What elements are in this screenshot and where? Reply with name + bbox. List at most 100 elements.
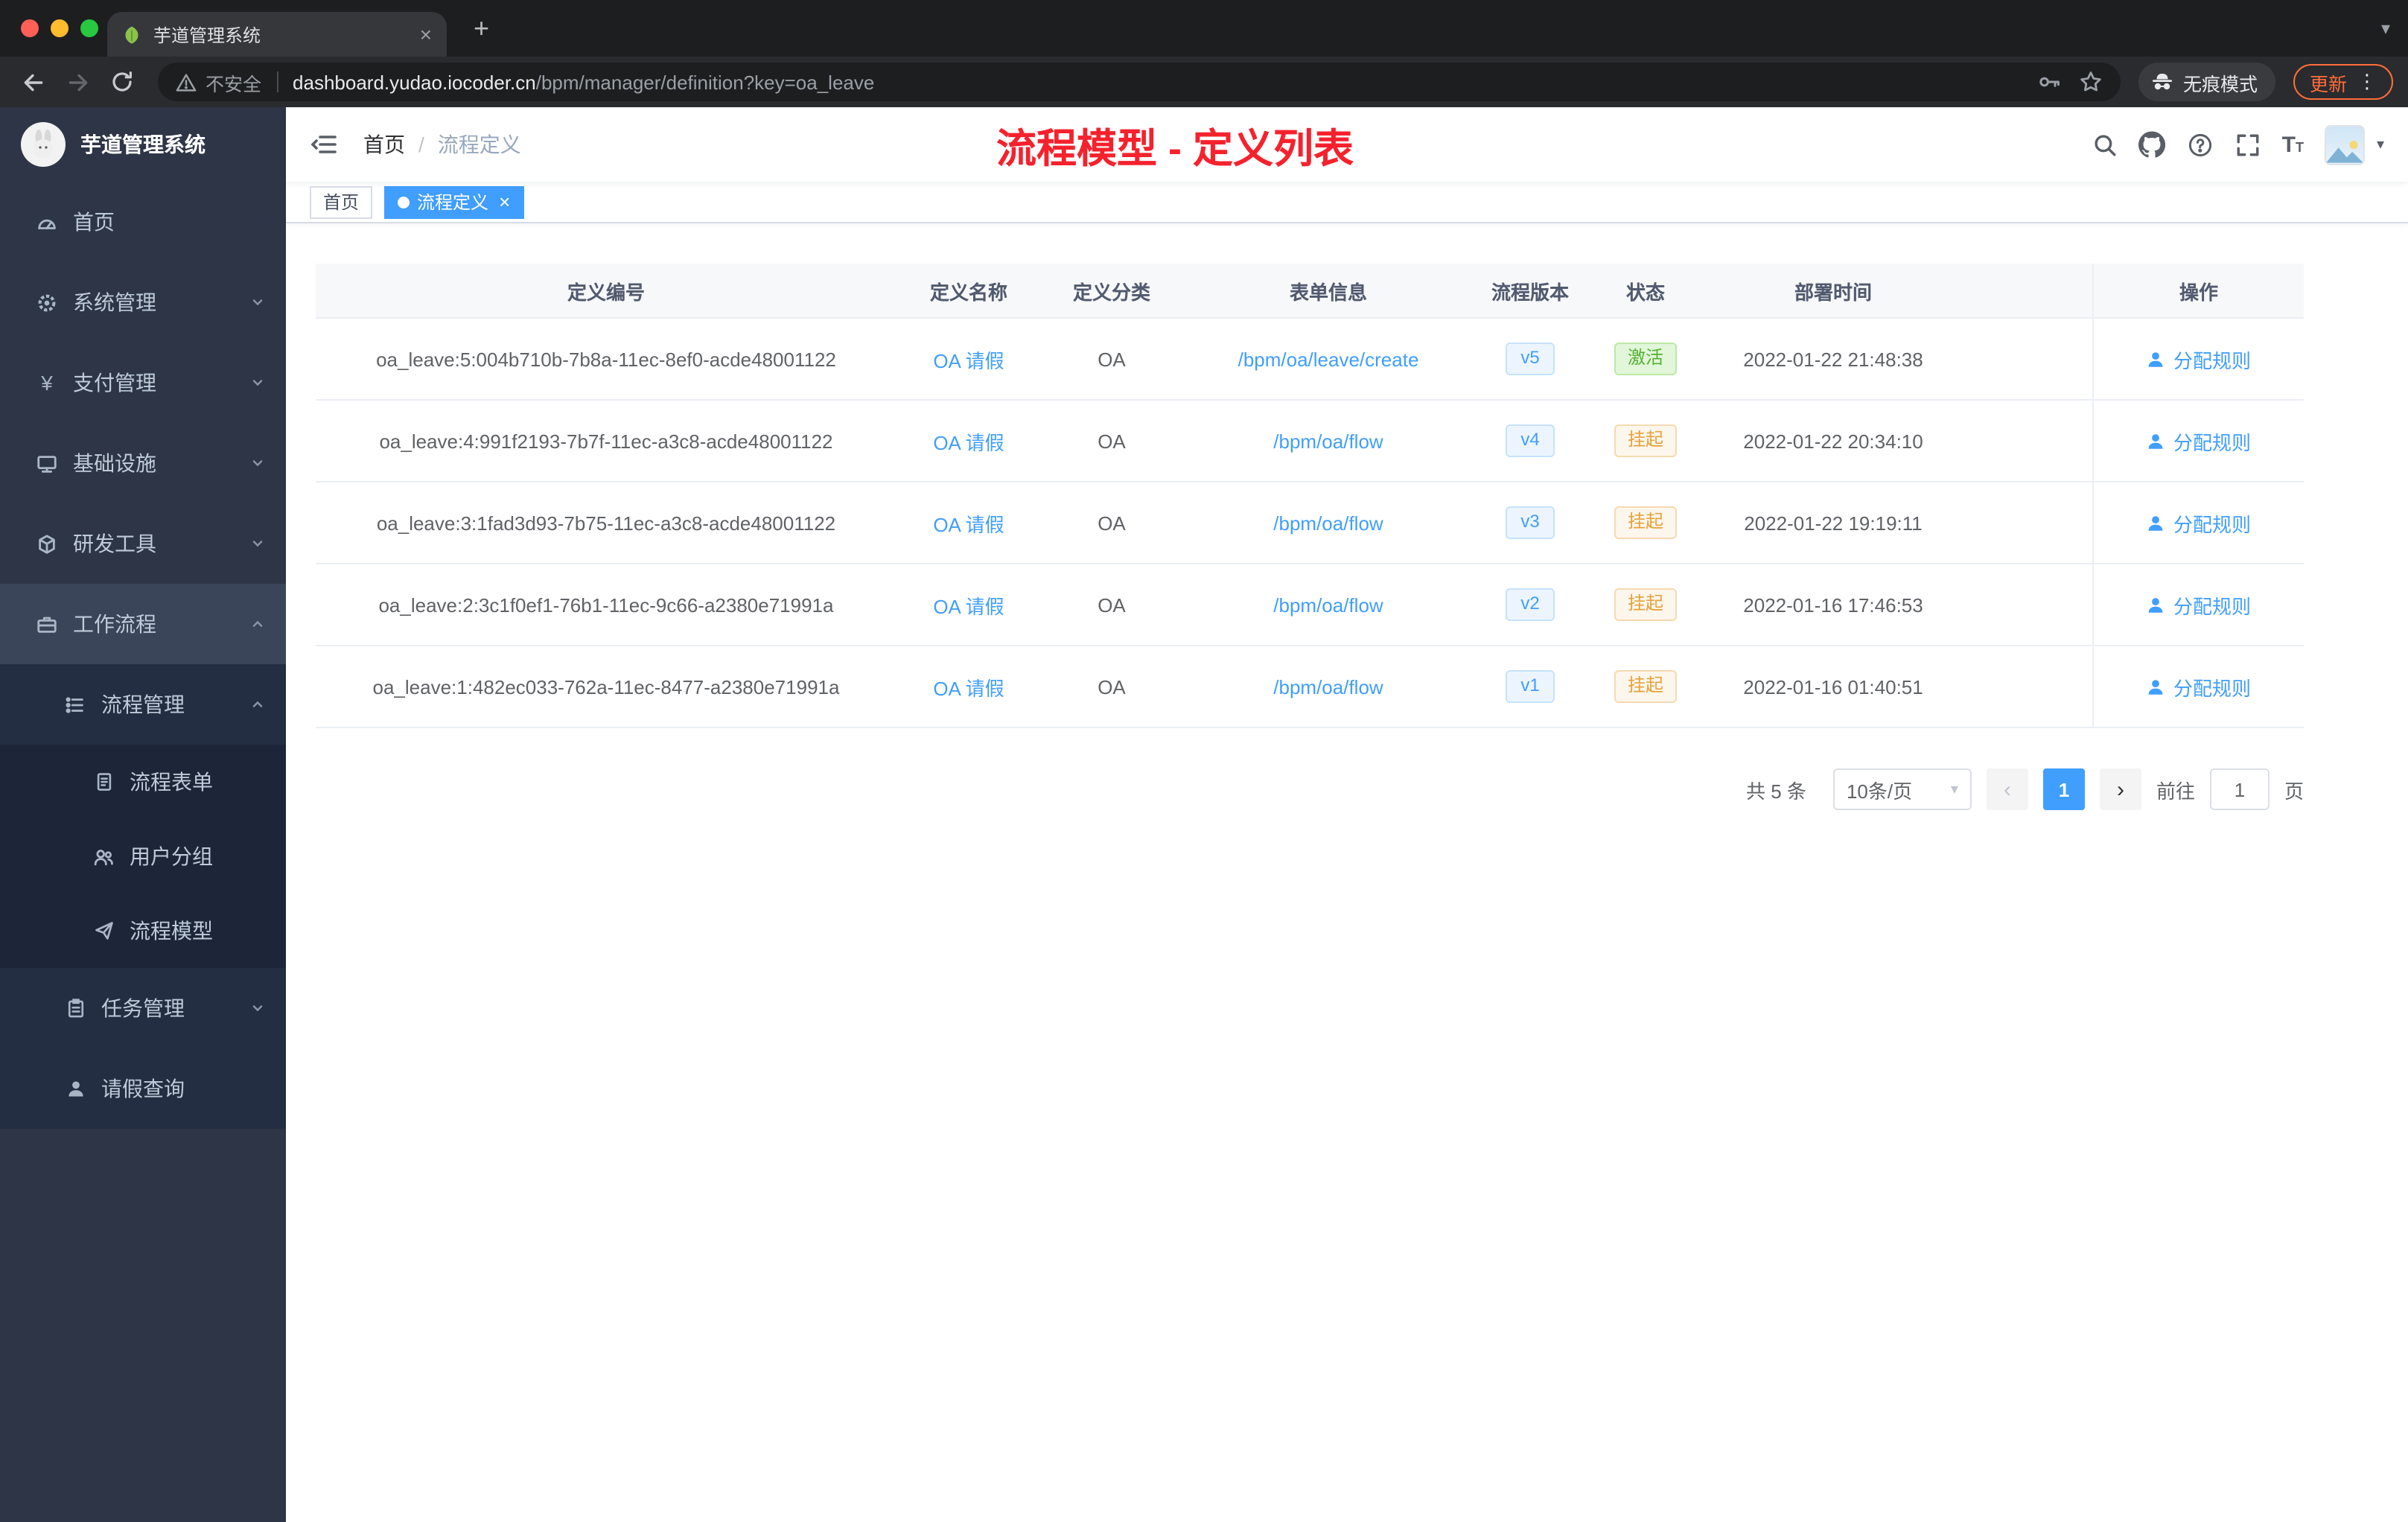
tab-list-caret-icon[interactable]: ▾ <box>2381 18 2390 39</box>
definition-name-link[interactable]: OA 请假 <box>933 509 1004 537</box>
sidebar-item-leave-query[interactable]: 请假查询 <box>0 1048 286 1129</box>
sidebar-item-label: 流程模型 <box>130 919 213 943</box>
form-info-link[interactable]: /bpm/oa/flow <box>1273 430 1383 452</box>
tag-home[interactable]: 首页 <box>310 185 373 218</box>
address-bar[interactable]: 不安全 dashboard.yudao.iocoder.cn/bpm/manag… <box>158 63 2121 101</box>
form-info-link[interactable]: /bpm/oa/flow <box>1273 593 1383 616</box>
deploy-time: 2022-01-16 17:46:53 <box>1743 593 1923 616</box>
help-icon[interactable] <box>2187 131 2214 158</box>
incognito-badge: 无痕模式 <box>2138 63 2275 101</box>
form-info-link[interactable]: /bpm/oa/leave/create <box>1238 348 1419 370</box>
sidebar-item-label: 研发工具 <box>73 532 156 555</box>
table-row: oa_leave:5:004b710b-7b8a-11ec-8ef0-acde4… <box>316 319 2304 401</box>
definition-id: oa_leave:3:1fad3d93-7b75-11ec-a3c8-acde4… <box>376 512 836 534</box>
chevron-down-icon <box>250 295 265 310</box>
sidebar-item-payment[interactable]: ¥ 支付管理 <box>0 343 286 423</box>
github-icon[interactable] <box>2138 131 2166 158</box>
sidebar-item-process-form[interactable]: 流程表单 <box>0 745 286 819</box>
minimize-window-button[interactable] <box>51 19 69 37</box>
sidebar-item-process-management[interactable]: 流程管理 <box>0 664 286 745</box>
prev-page-button[interactable]: ‹ <box>1986 768 2028 810</box>
definition-name-link[interactable]: OA 请假 <box>933 345 1004 373</box>
update-chrome-button[interactable]: 更新 ⋮ <box>2293 64 2393 100</box>
page-content: 定义编号 定义名称 定义分类 表单信息 流程版本 状态 部署时间 操作 oa_l… <box>286 223 2408 1522</box>
avatar[interactable] <box>2324 124 2365 165</box>
url-text: dashboard.yudao.iocoder.cn/bpm/manager/d… <box>293 71 875 93</box>
page-unit-label: 页 <box>2284 780 2304 802</box>
password-key-icon[interactable] <box>2037 70 2061 94</box>
assign-rule-button[interactable]: 分配规则 <box>2147 427 2251 455</box>
tab-favicon-icon <box>122 25 141 44</box>
definition-name-link[interactable]: OA 请假 <box>933 427 1004 455</box>
assign-rule-button[interactable]: 分配规则 <box>2147 509 2251 537</box>
monitor-icon <box>36 452 58 474</box>
zoom-window-button[interactable] <box>80 19 98 37</box>
sidebar-item-system[interactable]: 系统管理 <box>0 262 286 343</box>
goto-label: 前往 <box>2156 780 2195 802</box>
definition-id: oa_leave:1:482ec033-762a-11ec-8477-a2380… <box>372 675 840 698</box>
sidebar-item-label: 基础设施 <box>73 451 156 475</box>
sidebar-item-devtools[interactable]: 研发工具 <box>0 503 286 584</box>
assign-rule-button[interactable]: 分配规则 <box>2147 345 2251 373</box>
definition-id: oa_leave:2:3c1f0ef1-76b1-11ec-9c66-a2380… <box>378 593 834 616</box>
document-icon <box>92 771 115 793</box>
sidebar-item-label: 任务管理 <box>101 996 185 1020</box>
search-icon[interactable] <box>2092 131 2118 158</box>
fullscreen-icon[interactable] <box>2235 131 2261 158</box>
definition-category: OA <box>1098 593 1126 616</box>
caret-down-icon: ▾ <box>1950 781 1958 797</box>
form-info-link[interactable]: /bpm/oa/flow <box>1273 512 1383 534</box>
col-deploy-time: 部署时间 <box>1794 281 1872 303</box>
browser-tab[interactable]: 芋道管理系统 × <box>107 12 447 57</box>
next-page-button[interactable]: › <box>2099 768 2141 810</box>
version-tag: v4 <box>1506 424 1555 457</box>
col-definition-id: 定义编号 <box>567 281 645 303</box>
sidebar-item-task-management[interactable]: 任务管理 <box>0 968 286 1048</box>
paper-plane-icon <box>92 920 115 942</box>
definition-id: oa_leave:4:991f2193-7b7f-11ec-a3c8-acde4… <box>379 430 833 452</box>
definition-category: OA <box>1098 430 1126 452</box>
reload-button[interactable] <box>104 64 140 100</box>
security-label[interactable]: 不安全 <box>206 68 261 96</box>
tag-current[interactable]: 流程定义 × <box>384 185 524 218</box>
back-button[interactable] <box>15 64 51 100</box>
sidebar-item-home[interactable]: 首页 <box>0 182 286 262</box>
definition-category: OA <box>1098 675 1126 698</box>
table-header-row: 定义编号 定义名称 定义分类 表单信息 流程版本 状态 部署时间 操作 <box>316 264 2304 319</box>
definition-name-link[interactable]: OA 请假 <box>933 672 1004 701</box>
assign-rule-button[interactable]: 分配规则 <box>2147 590 2251 619</box>
sidebar-item-infrastructure[interactable]: 基础设施 <box>0 423 286 503</box>
sidebar-item-process-model[interactable]: 流程模型 <box>0 894 286 968</box>
sidebar-toggle-icon[interactable] <box>310 130 340 159</box>
table-row: oa_leave:1:482ec033-762a-11ec-8477-a2380… <box>316 646 2304 728</box>
app-title: 芋道管理系统 <box>80 133 206 156</box>
col-actions: 操作 <box>2092 264 2304 317</box>
col-definition-category: 定义分类 <box>1072 281 1150 303</box>
chevron-down-icon <box>250 1001 265 1016</box>
new-tab-button[interactable]: + <box>474 15 489 42</box>
briefcase-icon <box>36 613 58 635</box>
tag-close-icon[interactable]: × <box>499 192 510 211</box>
tab-close-icon[interactable]: × <box>420 24 432 45</box>
page-number-1[interactable]: 1 <box>2042 768 2085 810</box>
browser-menu-icon[interactable]: ⋮ <box>2357 70 2377 94</box>
table-row: oa_leave:4:991f2193-7b7f-11ec-a3c8-acde4… <box>316 401 2304 483</box>
app-logo[interactable]: 芋道管理系统 <box>0 107 286 182</box>
definition-name-link[interactable]: OA 请假 <box>933 590 1004 619</box>
goto-page-input[interactable] <box>2209 768 2270 810</box>
assign-rule-button[interactable]: 分配规则 <box>2147 672 2251 701</box>
bookmark-star-icon[interactable] <box>2079 70 2103 94</box>
font-size-icon[interactable]: TT <box>2282 132 2304 157</box>
annotation-title: 流程模型 - 定义列表 <box>996 127 1354 171</box>
forward-button[interactable] <box>60 64 95 100</box>
form-info-link[interactable]: /bpm/oa/flow <box>1273 675 1383 698</box>
sidebar-item-workflow[interactable]: 工作流程 <box>0 584 286 664</box>
breadcrumb-home-link[interactable]: 首页 <box>363 130 405 159</box>
close-window-button[interactable] <box>21 19 39 37</box>
chevron-up-icon <box>250 617 265 631</box>
avatar-caret-icon[interactable]: ▾ <box>2377 136 2384 153</box>
status-badge: 挂起 <box>1614 588 1677 621</box>
page-size-select[interactable]: 10条/页 ▾ <box>1832 768 1972 810</box>
sidebar-item-user-groups[interactable]: 用户分组 <box>0 819 286 894</box>
user-icon <box>64 1077 86 1100</box>
